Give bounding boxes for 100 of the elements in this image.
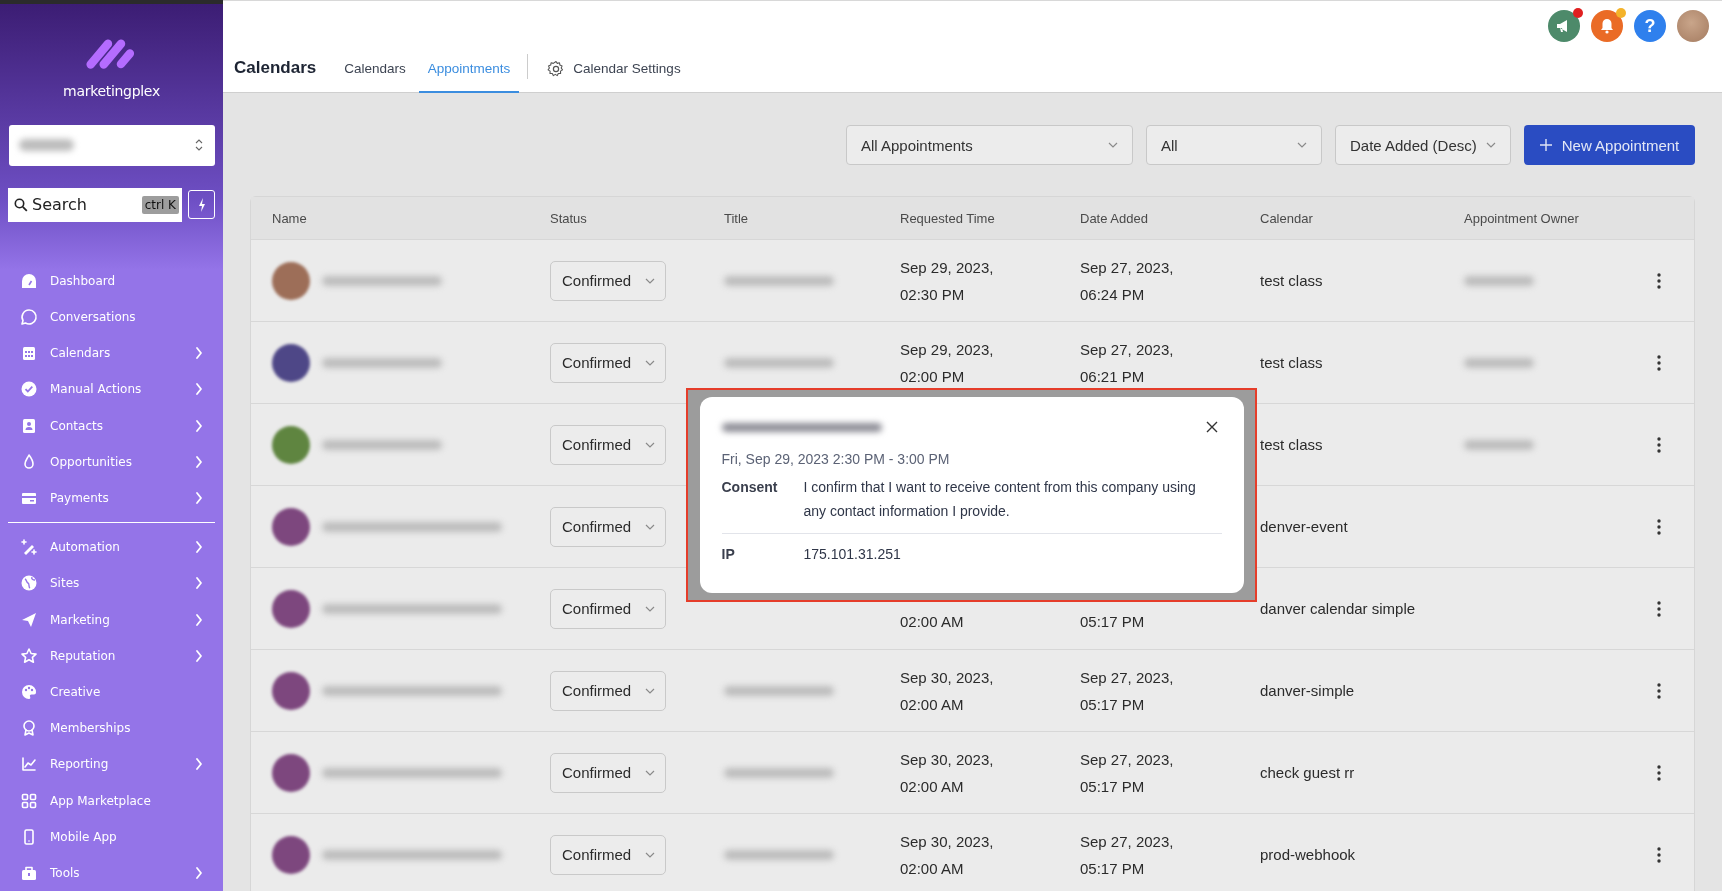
magic-wand-icon (20, 538, 38, 557)
filter-dropdown[interactable]: All (1146, 125, 1322, 165)
sidebar-item[interactable]: Calendars (0, 335, 223, 372)
status-dropdown[interactable]: Confirmed (550, 752, 666, 793)
sidebar-item[interactable]: Marketing (0, 601, 223, 638)
chevron-down-icon (645, 851, 655, 858)
notifications-button[interactable] (1591, 10, 1623, 42)
filter-dropdown[interactable]: All Appointments (846, 125, 1133, 165)
table-cell-text: Sep 27, 2023, (1080, 749, 1174, 770)
detail-value: 175.101.31.251 (803, 545, 902, 564)
sidebar-item[interactable]: Automation (0, 529, 223, 566)
status-dropdown[interactable]: Confirmed (550, 834, 666, 875)
lightning-icon (196, 196, 207, 213)
status-dropdown[interactable]: Confirmed (550, 260, 666, 301)
sidebar-item[interactable]: Memberships (0, 710, 223, 747)
kebab-icon (1656, 764, 1661, 781)
search-icon (14, 197, 28, 212)
table-cell-text: 05:17 PM (1080, 858, 1145, 879)
column-header: Calendar (1259, 209, 1314, 228)
star-icon (20, 646, 38, 665)
table-cell-text: 05:17 PM (1080, 612, 1145, 632)
help-button[interactable]: ? (1634, 10, 1666, 42)
table-cell-text: 02:00 AM (900, 858, 964, 879)
table-cell-text: 02:30 PM (900, 284, 965, 305)
sidebar-item[interactable]: Manual Actions (0, 371, 223, 408)
chevron-down-icon (645, 277, 655, 284)
table-cell-text: Sep 29, 2023, (900, 339, 994, 360)
status-dropdown[interactable]: Confirmed (550, 506, 666, 547)
sidebar-item[interactable]: App Marketplace (0, 782, 223, 819)
chevron-down-icon (645, 769, 655, 776)
chart-icon (20, 755, 38, 774)
table-cell-text: test class (1260, 271, 1323, 291)
sidebar-item[interactable]: Payments (0, 479, 223, 517)
table-cell-text: Sep 27, 2023, (1080, 339, 1174, 360)
chevron-down-icon (645, 441, 655, 448)
sidebar-item[interactable]: Sites (0, 565, 223, 602)
contact-card-icon (20, 416, 38, 435)
status-dropdown[interactable]: Confirmed (550, 424, 666, 465)
sidebar-item[interactable]: Creative (0, 673, 223, 711)
row-menu-button[interactable] (1654, 434, 1663, 455)
row-menu-button[interactable] (1654, 680, 1663, 701)
column-header: Appointment Owner (1463, 209, 1580, 228)
globe-icon (20, 574, 38, 593)
calendar-icon (20, 344, 38, 363)
sidebar-item[interactable]: Dashboard (0, 262, 223, 299)
new-appointment-button[interactable]: New Appointment (1524, 125, 1695, 165)
row-menu-button[interactable] (1654, 598, 1663, 619)
sidebar-item[interactable]: Mobile App (0, 818, 223, 855)
updown-caret-icon (195, 138, 203, 153)
sidebar-item[interactable]: Contacts (0, 407, 223, 444)
column-header: Status (549, 209, 588, 228)
table-cell-text: 05:17 PM (1080, 694, 1145, 715)
table-cell-text: Sep 30, 2023, (900, 667, 994, 688)
table-cell-text: test class (1260, 353, 1323, 373)
chevron-down-icon (645, 687, 655, 694)
kebab-icon (1656, 846, 1661, 863)
location-switcher[interactable] (9, 125, 215, 166)
column-header: Date Added (1079, 209, 1149, 228)
sidebar-item[interactable]: Reporting (0, 746, 223, 783)
table-cell-text: test class (1260, 435, 1323, 455)
grid-icon (20, 791, 38, 810)
detail-value: I confirm that I want to receive content from this company using any contact information I provide. (803, 478, 1197, 521)
page-title: Calendars (234, 56, 317, 79)
sidebar-item[interactable]: Opportunities (0, 443, 223, 480)
table-cell-text: danver calendar simple (1260, 599, 1416, 619)
paper-plane-icon (20, 610, 38, 629)
row-menu-button[interactable] (1654, 270, 1663, 291)
user-avatar[interactable] (1677, 10, 1709, 42)
kebab-icon (1656, 600, 1661, 617)
status-dropdown[interactable]: Confirmed (550, 670, 666, 711)
notification-dot (1616, 8, 1626, 18)
row-menu-button[interactable] (1654, 352, 1663, 373)
bell-icon (1600, 18, 1614, 34)
chevron-down-icon (645, 359, 655, 366)
row-menu-button[interactable] (1654, 844, 1663, 865)
status-dropdown[interactable]: Confirmed (550, 342, 666, 383)
detail-label: Consent (721, 479, 779, 497)
quick-action-button[interactable] (188, 190, 215, 220)
table-cell-text: check guest rr (1260, 763, 1355, 783)
row-menu-button[interactable] (1654, 516, 1663, 537)
chevron-down-icon (1486, 142, 1496, 148)
status-dropdown[interactable]: Confirmed (550, 588, 666, 629)
table-cell-text: prod-webhook (1260, 845, 1356, 865)
table-cell-text: denver-event (1260, 517, 1348, 537)
row-menu-button[interactable] (1654, 762, 1663, 783)
table-cell-text: 06:21 PM (1080, 366, 1145, 387)
kebab-icon (1656, 436, 1661, 453)
sidebar-item[interactable]: Conversations (0, 299, 223, 336)
announcements-button[interactable] (1548, 10, 1580, 42)
sidebar-item[interactable]: Reputation (0, 637, 223, 674)
detail-label: IP (721, 546, 736, 564)
table-cell-text: 05:17 PM (1080, 776, 1145, 797)
check-circle-icon (20, 380, 38, 399)
sidebar-item[interactable]: Tools (0, 854, 223, 891)
tab[interactable]: Calendars (335, 46, 415, 93)
table-cell-text: 02:00 PM (900, 366, 965, 387)
filter-dropdown[interactable]: Date Added (Desc) (1335, 125, 1511, 165)
table-cell-text: 02:00 AM (900, 694, 964, 715)
calendar-settings-tab[interactable]: Calendar Settings (538, 46, 690, 93)
kebab-icon (1656, 682, 1661, 699)
